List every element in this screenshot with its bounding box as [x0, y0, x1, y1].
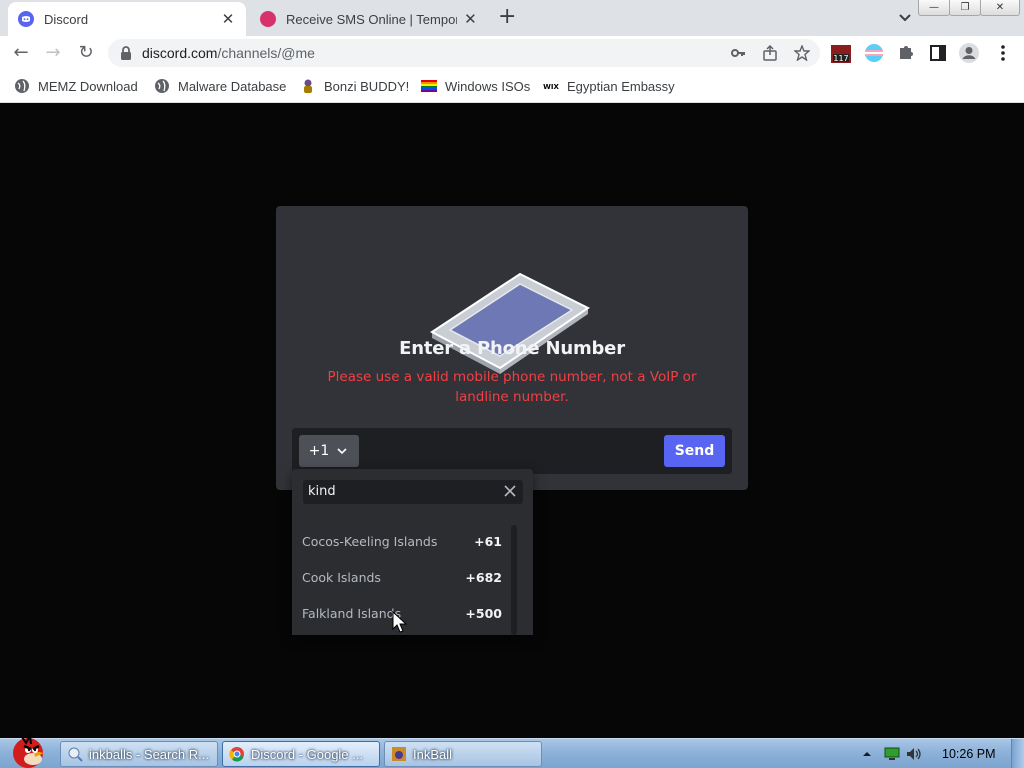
show-desktop-button[interactable] [1011, 739, 1024, 768]
network-icon[interactable] [884, 747, 900, 761]
url-text: discord.com/channels/@me [142, 45, 315, 61]
bookmark-label: Bonzi BUDDY! [324, 78, 410, 94]
country-search-input[interactable]: kind [303, 480, 523, 504]
country-name: Cocos-Keeling Islands [302, 533, 438, 549]
tab-receive-sms[interactable]: Receive SMS Online | Tempora ✕ [250, 2, 488, 36]
reload-icon[interactable]: ↻ [75, 42, 97, 64]
flag-extension-icon[interactable] [863, 42, 885, 64]
extension-badge: 117 [833, 54, 848, 63]
search-app-icon [68, 747, 83, 762]
country-name: Cook Islands [302, 569, 381, 585]
country-option[interactable]: Cook Islands +682 [302, 559, 502, 595]
new-tab-button[interactable]: + [498, 6, 516, 28]
tab-title: Discord [44, 11, 89, 27]
bookmark-star-icon[interactable] [794, 45, 810, 61]
clear-search-icon[interactable] [502, 483, 518, 499]
bonzi-icon [304, 79, 312, 93]
country-search-value: kind [308, 484, 336, 499]
calendar-extension-icon[interactable]: 117 [830, 42, 852, 64]
globe-icon [15, 79, 29, 93]
country-dial-code: +500 [465, 605, 502, 621]
minimize-button[interactable]: — [918, 0, 950, 16]
menu-kebab-icon[interactable] [992, 42, 1014, 64]
tab-bar: Discord ✕ Receive SMS Online | Tempora ✕… [0, 0, 1024, 36]
discord-icon [18, 11, 34, 27]
profile-icon[interactable] [958, 42, 980, 64]
country-name: Falkland Islands [302, 605, 402, 621]
list-scrollbar[interactable] [511, 525, 517, 635]
bookmark-bonzi-buddy[interactable]: Bonzi BUDDY! [300, 76, 409, 96]
country-code-dropdown[interactable]: +1 [299, 435, 359, 467]
phone-input-row[interactable]: +1 Send [292, 428, 732, 474]
taskbar-label: Discord - Google ... [251, 746, 363, 762]
close-tab-icon[interactable]: ✕ [463, 10, 478, 28]
error-message: Please use a valid mobile phone number, … [327, 369, 697, 405]
country-code-popout: kind Cocos-Keeling Islands +61 Cook Isla… [292, 469, 533, 635]
taskbar-item-search[interactable]: inkballs - Search R... [60, 741, 218, 767]
url-path: /channels/@me [217, 45, 315, 61]
browser-toolbar: ← → ↻ discord.com/channels/@me 117 [0, 36, 1024, 70]
modal-title: Enter a Phone Number [399, 338, 625, 359]
country-dial-code: +61 [474, 533, 502, 549]
bookmark-windows-isos[interactable]: Windows ISOs [421, 76, 530, 96]
key-icon[interactable] [730, 45, 746, 61]
bookmark-label: Windows ISOs [445, 78, 531, 94]
sms-site-icon [260, 11, 276, 27]
taskbar-item-inkball[interactable]: InkBall [384, 741, 542, 767]
close-window-button[interactable]: ✕ [980, 0, 1020, 16]
volume-icon[interactable] [906, 747, 922, 761]
tab-title: Receive SMS Online | Tempora [286, 11, 457, 27]
taskbar-label: InkBall [413, 746, 453, 762]
url-host: discord.com [142, 45, 218, 61]
bookmark-egyptian-embassy[interactable]: WIX Egyptian Embassy [543, 76, 675, 96]
mouse-cursor-icon [392, 611, 408, 633]
bookmark-memz-download[interactable]: MEMZ Download [14, 76, 138, 96]
lock-icon[interactable] [120, 46, 132, 60]
chevron-down-icon [337, 448, 347, 455]
svg-text:WIX: WIX [543, 83, 559, 91]
country-option[interactable]: Cocos-Keeling Islands +61 [302, 523, 502, 559]
system-clock[interactable]: 10:26 PM [942, 747, 996, 761]
bookmark-label: Egyptian Embassy [567, 78, 675, 94]
rainbow-flag-icon [421, 80, 437, 92]
taskbar-item-discord-chrome[interactable]: Discord - Google ... [222, 741, 380, 767]
country-dial-code: +682 [465, 569, 502, 585]
country-code-value: +1 [308, 443, 330, 459]
back-icon[interactable]: ← [10, 42, 32, 64]
bookmark-malware-database[interactable]: Malware Database [154, 76, 286, 96]
close-tab-icon[interactable]: ✕ [220, 10, 236, 28]
tab-discord[interactable]: Discord ✕ [8, 2, 246, 36]
start-angry-bird-icon[interactable] [4, 731, 50, 768]
windows-taskbar: inkballs - Search R... Discord - Google … [0, 732, 1024, 768]
phone-illustration [430, 272, 590, 374]
tab-search-chevron-icon[interactable] [896, 8, 914, 26]
globe-icon [155, 79, 169, 93]
bookmark-label: Malware Database [178, 78, 287, 94]
forward-icon[interactable]: → [42, 42, 64, 64]
inkball-icon [392, 747, 406, 761]
side-panel-icon[interactable] [927, 42, 949, 64]
bookmarks-bar: MEMZ Download Malware Database Bonzi BUD… [0, 70, 1024, 103]
chrome-icon [229, 747, 244, 762]
tray-expand-icon[interactable] [862, 749, 872, 759]
bookmark-label: MEMZ Download [38, 78, 138, 94]
window-controls: — ❐ ✕ [918, 0, 1020, 16]
puzzle-extensions-icon[interactable] [895, 42, 917, 64]
address-bar[interactable]: discord.com/channels/@me [108, 39, 820, 67]
restore-button[interactable]: ❐ [949, 0, 981, 16]
send-button[interactable]: Send [664, 435, 725, 467]
share-icon[interactable] [762, 45, 778, 61]
wix-icon: WIX [543, 83, 559, 91]
taskbar-label: inkballs - Search R... [89, 746, 209, 762]
